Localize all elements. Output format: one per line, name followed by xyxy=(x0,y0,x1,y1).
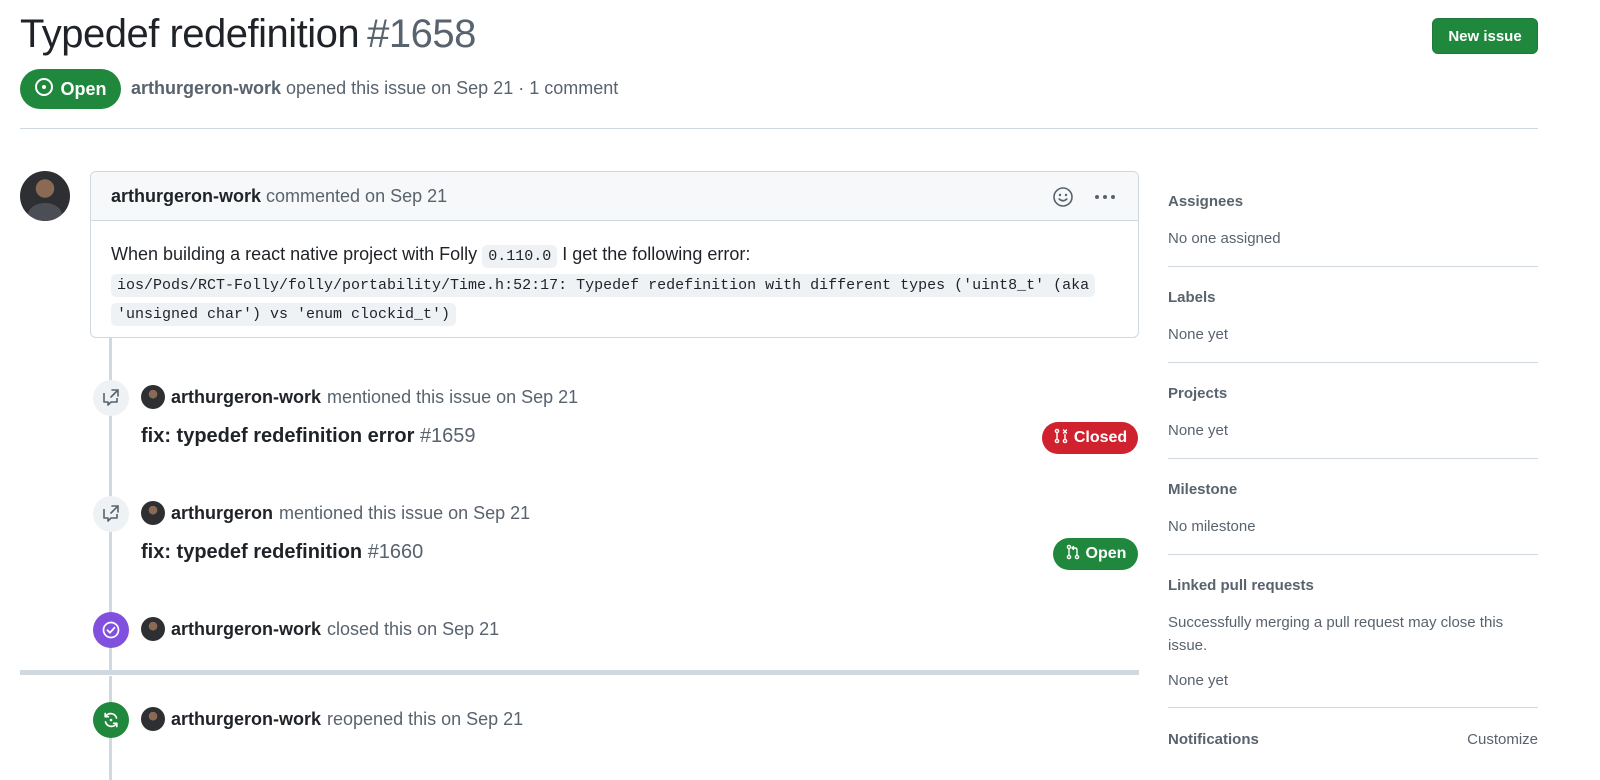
sidebar-label[interactable]: Assignees xyxy=(1168,193,1538,210)
inline-code-version: 0.110.0 xyxy=(482,245,558,268)
issue-author-link[interactable]: arthurgeron-work xyxy=(131,78,281,98)
referenced-pr-number: #1660 xyxy=(367,541,424,563)
event-action: reopened this on Sep 21 xyxy=(327,708,524,729)
comment-text-suffix: I get the following error: xyxy=(562,244,751,264)
referenced-pr-number: #1659 xyxy=(419,425,476,447)
sidebar-divider xyxy=(1168,707,1538,708)
event-actor-link[interactable]: arthurgeron xyxy=(171,503,273,524)
timeline-event-closed: arthurgeron-work closed this on Sep 21 xyxy=(141,617,499,641)
sidebar-value: None yet xyxy=(1168,672,1229,689)
issue-closed-icon xyxy=(93,612,129,648)
event-actor-link[interactable]: arthurgeron-work xyxy=(171,619,321,640)
sidebar-divider xyxy=(1168,266,1538,267)
git-pull-request-closed-icon xyxy=(1053,428,1069,449)
sidebar-projects[interactable]: Projects None yet xyxy=(1168,385,1538,442)
new-issue-button[interactable]: New issue xyxy=(1432,18,1538,54)
sidebar-label[interactable]: Projects xyxy=(1168,385,1538,402)
sidebar-assignees[interactable]: Assignees No one assigned xyxy=(1168,193,1538,250)
sidebar-label[interactable]: Labels xyxy=(1168,289,1538,306)
error-code-line-2: 'unsigned char') vs 'enum clockid_t') xyxy=(111,303,457,326)
avatar[interactable] xyxy=(141,385,165,409)
event-action: mentioned this issue on Sep 21 xyxy=(327,386,579,407)
comment-box: arthurgeron-work commented on Sep 21 Whe… xyxy=(90,171,1139,338)
sidebar-labels[interactable]: Labels None yet xyxy=(1168,289,1538,346)
pr-state-label: Closed xyxy=(1073,429,1128,446)
referenced-pr: fix: typedef redefinition error #1659 xyxy=(141,425,476,448)
customize-notifications-link[interactable]: Customize xyxy=(1467,731,1538,748)
avatar[interactable] xyxy=(141,501,165,525)
sidebar-description: Successfully merging a pull request may … xyxy=(1168,614,1504,654)
avatar[interactable] xyxy=(141,707,165,731)
issue-title-text: Typedef redefinition xyxy=(20,12,360,56)
event-action: closed this on Sep 21 xyxy=(327,618,500,639)
issue-subhead: arthurgeron-work opened this issue on Se… xyxy=(131,78,618,99)
pr-closed-badge: Closed xyxy=(1042,422,1138,454)
sidebar-divider xyxy=(1168,458,1538,459)
referenced-pr-title-link[interactable]: fix: typedef redefinition xyxy=(141,541,362,563)
header-divider xyxy=(20,128,1538,129)
sidebar-milestone[interactable]: Milestone No milestone xyxy=(1168,481,1538,538)
pr-open-badge: Open xyxy=(1053,538,1138,570)
avatar[interactable] xyxy=(20,171,70,221)
smiley-icon[interactable] xyxy=(1052,186,1074,208)
sidebar-notifications: Notifications Customize xyxy=(1168,731,1538,748)
referenced-pr-title-link[interactable]: fix: typedef redefinition error xyxy=(141,425,414,447)
sidebar-value: No milestone xyxy=(1168,518,1256,535)
avatar[interactable] xyxy=(141,617,165,641)
comment-header: arthurgeron-work commented on Sep 21 xyxy=(91,172,1138,221)
comment-actions xyxy=(1052,186,1116,208)
pr-state-label: Open xyxy=(1085,545,1127,562)
comment-body: When building a react native project wit… xyxy=(91,221,1138,328)
sidebar-label[interactable]: Milestone xyxy=(1168,481,1538,498)
git-pull-request-icon xyxy=(1065,544,1081,565)
issue-state-label: Open xyxy=(60,78,107,99)
comment-author-link[interactable]: arthurgeron-work xyxy=(111,186,261,207)
sidebar-value: None yet xyxy=(1168,422,1229,439)
timeline-event-mention: arthurgeron mentioned this issue on Sep … xyxy=(141,501,530,525)
kebab-horizontal-icon[interactable] xyxy=(1094,186,1116,208)
event-actor-link[interactable]: arthurgeron-work xyxy=(171,387,321,408)
issue-opened-icon xyxy=(34,77,54,102)
issue-state-badge: Open xyxy=(20,69,121,109)
sidebar-label[interactable]: Linked pull requests xyxy=(1168,577,1538,594)
sidebar-linked-prs[interactable]: Linked pull requests Successfully mergin… xyxy=(1168,577,1538,692)
event-actor-link[interactable]: arthurgeron-work xyxy=(171,709,321,730)
sidebar-value: No one assigned xyxy=(1168,230,1281,247)
event-action: mentioned this issue on Sep 21 xyxy=(279,502,531,523)
timeline-event-reopened: arthurgeron-work reopened this on Sep 21 xyxy=(141,707,523,731)
sidebar-divider xyxy=(1168,554,1538,555)
sidebar-value: None yet xyxy=(1168,326,1229,343)
timeline-event-mention: arthurgeron-work mentioned this issue on… xyxy=(141,385,578,409)
issue-title: Typedef redefinition #1658 xyxy=(20,12,476,57)
timeline-separator xyxy=(20,670,1139,675)
cross-reference-icon xyxy=(93,380,129,416)
issue-number: #1658 xyxy=(367,12,476,56)
cross-reference-icon xyxy=(93,496,129,532)
sidebar-divider xyxy=(1168,362,1538,363)
error-code-line-1: ios/Pods/RCT-Folly/folly/portability/Tim… xyxy=(111,274,1096,297)
issue-reopened-icon xyxy=(93,702,129,738)
issue-meta: opened this issue on Sep 21 · 1 comment xyxy=(286,78,619,98)
referenced-pr: fix: typedef redefinition #1660 xyxy=(141,541,423,564)
comment-text-prefix: When building a react native project wit… xyxy=(111,244,478,264)
comment-meta: commented on Sep 21 xyxy=(266,185,448,206)
